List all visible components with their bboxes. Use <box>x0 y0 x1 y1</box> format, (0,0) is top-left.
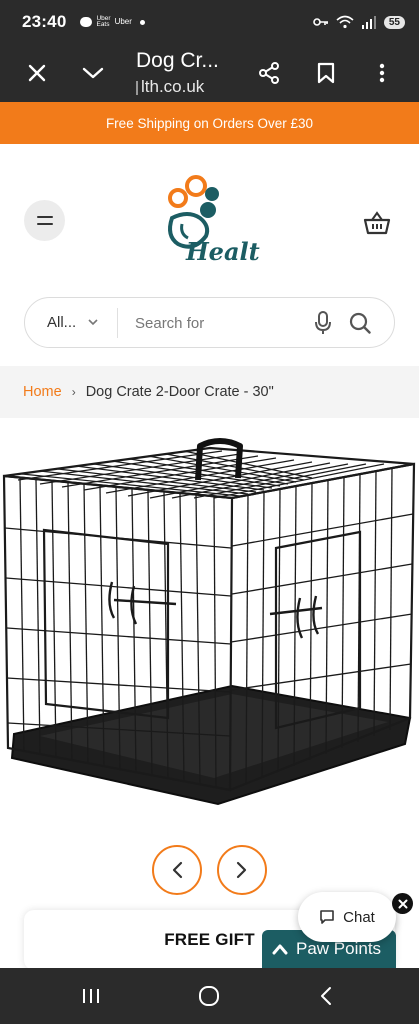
close-icon <box>28 64 46 82</box>
menu-icon-line <box>36 216 53 218</box>
more-options-button[interactable] <box>362 53 402 93</box>
dog-crate-image <box>2 438 416 806</box>
breadcrumb-separator: › <box>71 385 76 399</box>
site-logo[interactable]: Health <box>160 174 277 266</box>
chevron-right-icon <box>236 861 247 879</box>
breadcrumb: Home › Dog Crate 2-Door Crate - 30" <box>0 366 419 418</box>
system-nav-bar <box>0 968 419 1024</box>
minimize-button[interactable] <box>73 53 113 93</box>
chevron-down-icon <box>82 67 104 79</box>
wifi-icon <box>336 15 354 29</box>
chevron-left-icon <box>172 861 183 879</box>
search-button[interactable] <box>347 310 373 336</box>
category-select-value: All... <box>47 314 77 331</box>
chat-close-button[interactable] <box>392 893 413 914</box>
promo-banner[interactable]: Free Shipping on Orders Over £30 <box>0 102 419 144</box>
battery-icon: 55 <box>383 15 405 29</box>
status-left: 23:40 Uber Eats Uber <box>22 12 145 32</box>
search-bar: All... <box>24 297 395 348</box>
chevron-up-icon <box>272 944 288 955</box>
chat-button[interactable]: Chat <box>298 892 396 942</box>
voice-search-button[interactable] <box>311 310 335 336</box>
close-tab-button[interactable] <box>17 53 57 93</box>
share-icon <box>259 62 279 84</box>
message-icon <box>80 17 93 27</box>
search-input[interactable] <box>135 308 305 338</box>
recents-button[interactable] <box>71 980 111 1012</box>
page-url-text: lth.co.uk <box>141 77 205 96</box>
category-select[interactable]: All... <box>47 298 98 347</box>
promo-text: Free Shipping on Orders Over £30 <box>105 115 314 131</box>
status-bar: 23:40 Uber Eats Uber 55 <box>0 0 419 44</box>
uber-notif: Uber <box>114 16 132 26</box>
more-notifs-dot <box>139 19 145 25</box>
uber-eats-notif: Uber Eats <box>96 14 111 28</box>
browser-toolbar: Dog Cr... lth.co.uk <box>0 44 419 102</box>
breadcrumb-current: Dog Crate 2-Door Crate - 30" <box>85 384 274 400</box>
signal-icon <box>361 16 376 29</box>
share-button[interactable] <box>249 53 289 93</box>
next-image-button[interactable] <box>217 845 267 895</box>
menu-icon-line <box>36 223 53 225</box>
home-icon <box>199 986 219 1006</box>
search-icon <box>349 312 371 334</box>
bookmark-icon <box>317 62 335 84</box>
status-time: 23:40 <box>22 12 67 31</box>
cart-basket-icon <box>363 211 391 235</box>
product-image[interactable] <box>0 418 419 838</box>
search-divider <box>117 308 118 338</box>
notification-icons: Uber Eats Uber <box>80 14 145 29</box>
page-title: Dog Cr... <box>136 49 219 72</box>
site-header: Health <box>0 144 419 284</box>
mic-icon <box>315 311 331 334</box>
logo-wordmark: Health <box>185 237 260 266</box>
back-icon <box>321 987 331 1005</box>
back-button[interactable] <box>306 980 346 1012</box>
menu-button[interactable] <box>24 200 65 241</box>
cart-button[interactable] <box>358 204 396 242</box>
close-icon <box>398 899 407 908</box>
paw-logo-icon: Health <box>168 175 277 266</box>
key-icon <box>313 18 328 26</box>
recents-icon <box>83 989 99 1003</box>
more-vert-icon <box>379 63 385 83</box>
page-url: lth.co.uk <box>136 76 251 98</box>
bookmark-button[interactable] <box>306 53 346 93</box>
chat-label: Chat <box>343 908 375 926</box>
address-area[interactable]: Dog Cr... lth.co.uk <box>136 48 251 98</box>
chevron-down-icon <box>88 319 98 326</box>
paw-points-label: Paw Points <box>296 939 382 958</box>
prev-image-button[interactable] <box>152 845 202 895</box>
breadcrumb-home-link[interactable]: Home <box>23 384 62 400</box>
status-right: 55 <box>313 15 405 29</box>
chat-icon <box>320 910 334 924</box>
home-button[interactable] <box>189 980 229 1012</box>
